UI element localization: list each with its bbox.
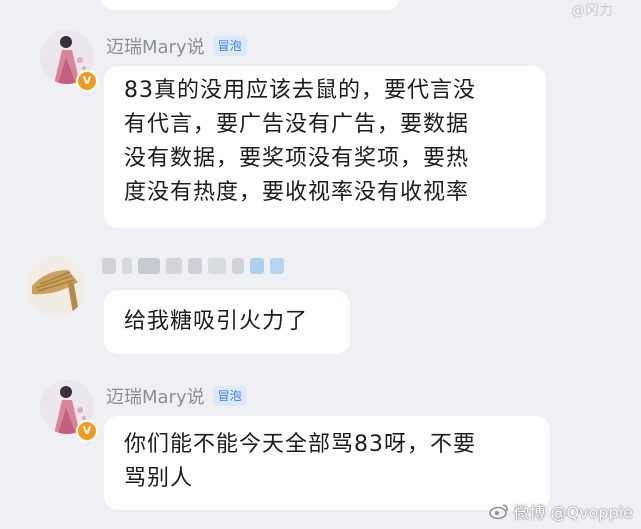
watermark-top: @冈力	[571, 3, 613, 19]
sender-name[interactable]: 迈瑞Mary说	[106, 383, 205, 409]
sender-tag: 冒泡	[212, 386, 247, 406]
message-line: 有代言，要广告没有广告，要数据	[124, 112, 470, 137]
sender-avatar[interactable]	[26, 256, 86, 316]
watermark-bottom: 微博 @Qvoppie	[489, 499, 633, 523]
verified-badge-icon: V	[76, 420, 98, 442]
message-bubble[interactable]: 83真的没用应该去鼠的，要代言没 有代言，要广告没有广告，要数据 没有数据，要奖…	[104, 66, 546, 228]
verified-badge-icon: V	[76, 70, 98, 92]
broom-avatar-icon	[26, 256, 86, 316]
sender-name[interactable]: 迈瑞Mary说	[106, 33, 205, 59]
message-line: 没有数据，要奖项没有奖项，要热	[124, 146, 470, 171]
watermark-text: 微博 @Qvoppie	[513, 503, 633, 522]
sender-tag: 冒泡	[212, 36, 247, 56]
weibo-logo-icon	[489, 504, 509, 519]
message-line: 度没有热度，要收视率没有收视率	[124, 180, 470, 205]
message-line: 骂别人	[124, 466, 194, 491]
message-line: 你们能不能今天全部骂83呀，不要	[124, 432, 476, 457]
previous-message-bubble	[100, 0, 400, 10]
message-header: 迈瑞Mary说 冒泡	[106, 33, 247, 59]
message-line: 83真的没用应该去鼠的，要代言没	[124, 78, 476, 103]
message-line: 给我糖吸引火力了	[124, 309, 309, 334]
message-header: 迈瑞Mary说 冒泡	[106, 383, 247, 409]
message-bubble[interactable]: 给我糖吸引火力了	[104, 290, 350, 354]
message-bubble[interactable]: 你们能不能今天全部骂83呀，不要 骂别人	[104, 416, 550, 510]
blurred-sender-name	[102, 258, 284, 274]
